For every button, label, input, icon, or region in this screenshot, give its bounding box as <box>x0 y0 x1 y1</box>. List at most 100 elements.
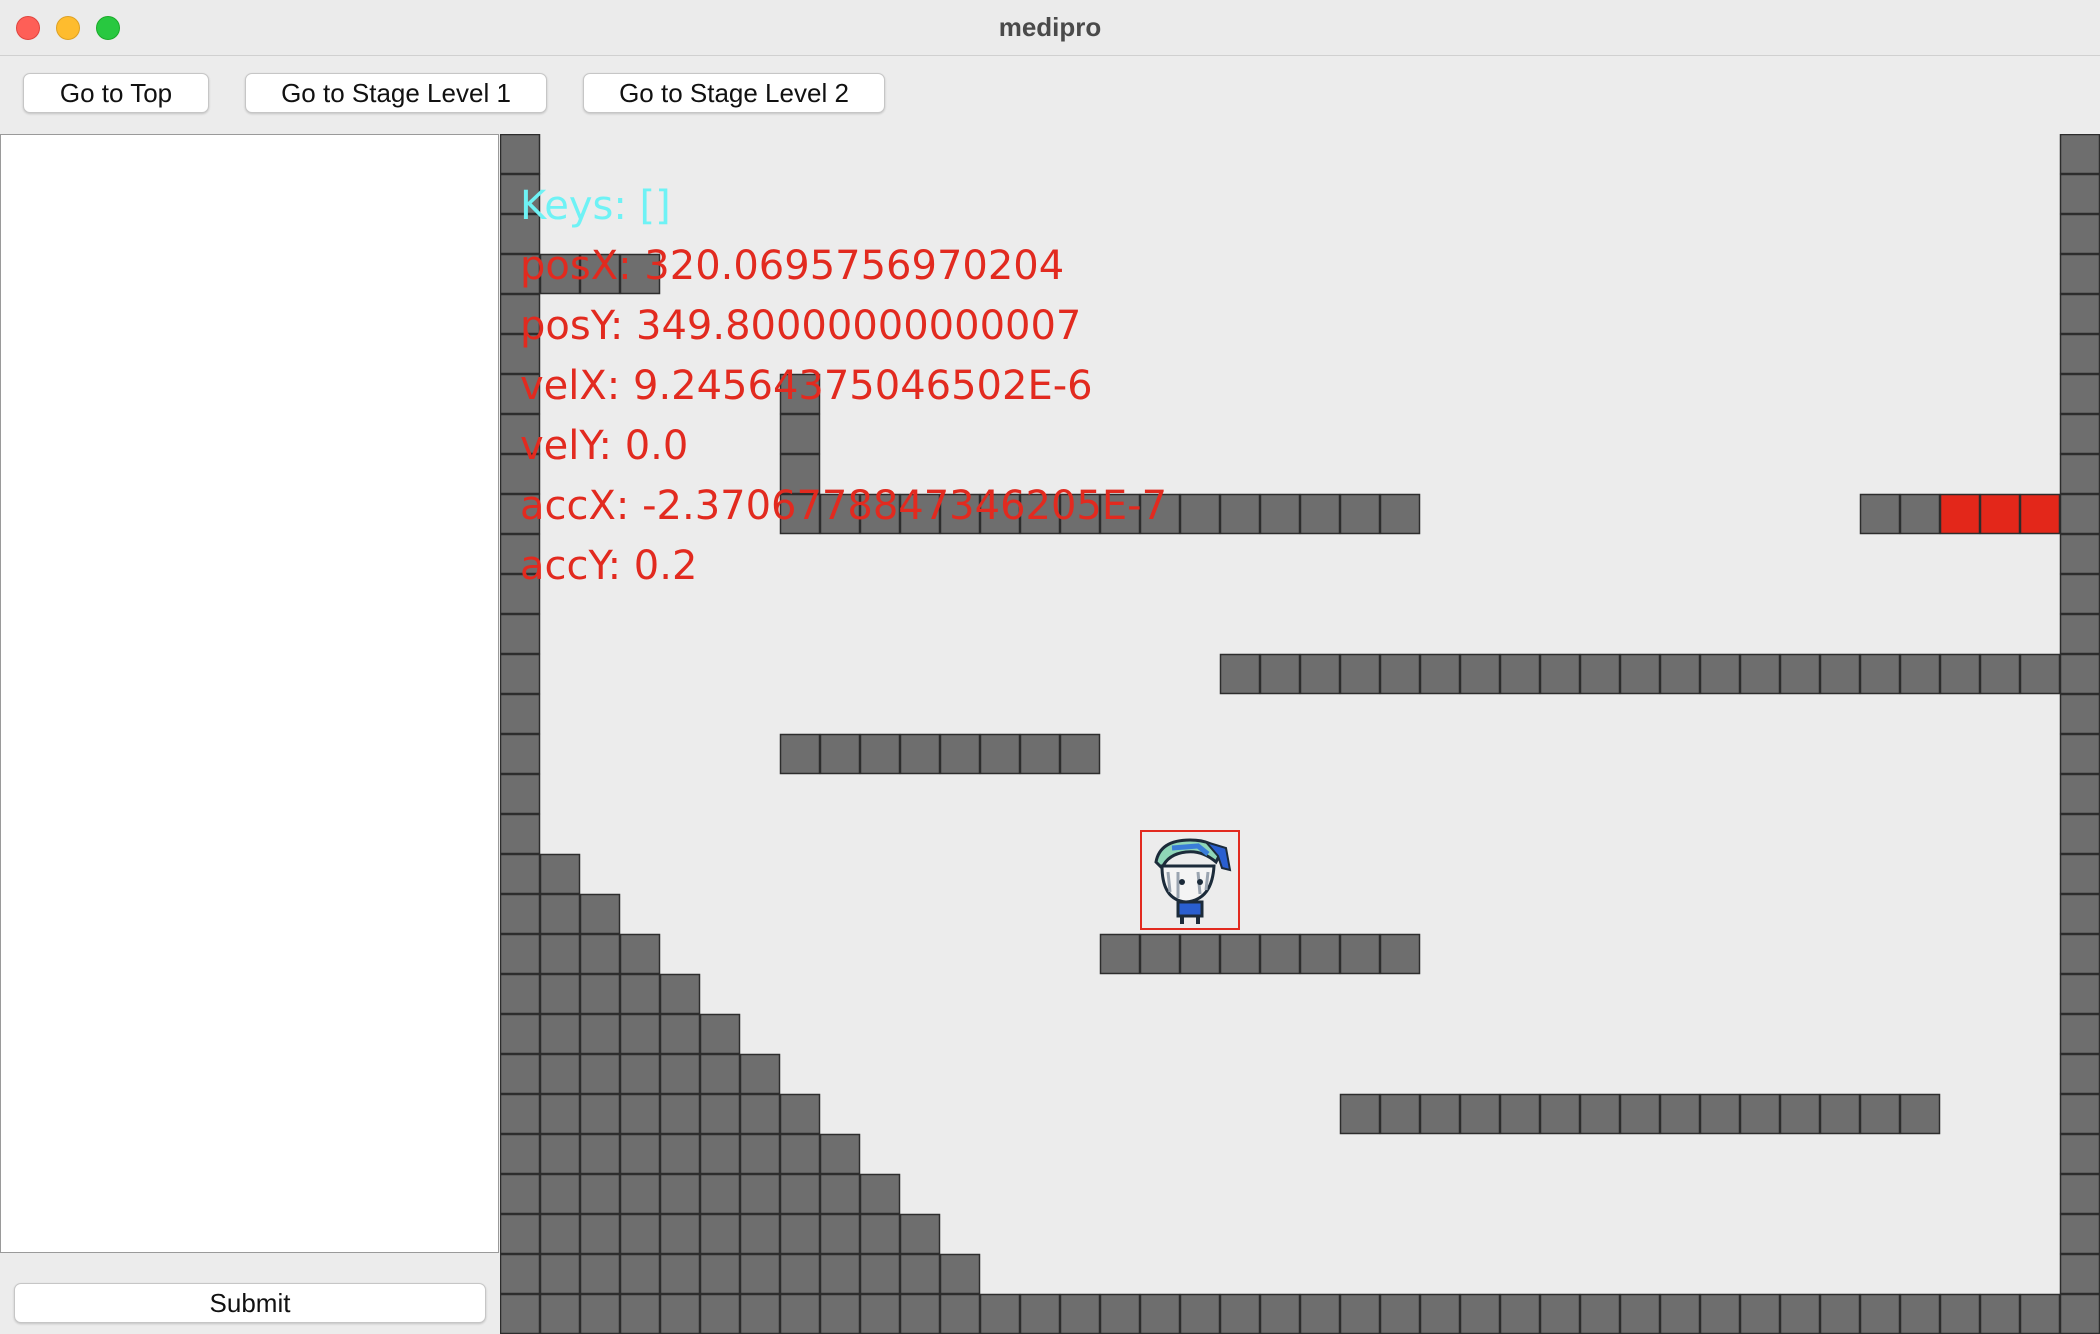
wall-tile <box>500 893 541 935</box>
wall-tile <box>1859 653 1901 695</box>
wall-tile <box>979 733 1021 775</box>
wall-tile <box>1339 653 1381 695</box>
wall-tile <box>779 733 821 775</box>
wall-tile <box>1739 653 1781 695</box>
wall-tile <box>500 1253 541 1295</box>
submit-button[interactable]: Submit <box>14 1283 486 1323</box>
debug-hud: Keys: [] posX: 320.0695756970204 posY: 3… <box>520 176 1167 596</box>
wall-tile <box>659 1133 701 1175</box>
wall-tile <box>1299 653 1341 695</box>
wall-tile <box>1459 653 1501 695</box>
wall-tile <box>500 733 541 775</box>
wall-tile <box>1499 1293 1541 1334</box>
wall-tile <box>539 1253 581 1295</box>
wall-tile <box>619 1213 661 1255</box>
wall-tile <box>1219 493 1261 535</box>
wall-tile <box>619 1013 661 1055</box>
wall-tile <box>739 1133 781 1175</box>
player-character <box>1140 830 1240 930</box>
wall-tile <box>1859 1293 1901 1334</box>
go-to-stage-2-button[interactable]: Go to Stage Level 2 <box>583 73 885 113</box>
game-canvas[interactable]: Keys: [] posX: 320.0695756970204 posY: 3… <box>500 134 2100 1334</box>
wall-tile <box>859 1173 901 1215</box>
wall-tile <box>500 853 541 895</box>
wall-tile <box>500 1133 541 1175</box>
code-text-area[interactable] <box>0 134 499 1253</box>
wall-tile <box>859 733 901 775</box>
wall-tile <box>1459 1093 1501 1135</box>
wall-tile <box>819 1133 861 1175</box>
wall-tile <box>739 1213 781 1255</box>
wall-tile <box>2059 293 2100 335</box>
wall-tile <box>739 1093 781 1135</box>
wall-tile <box>1819 653 1861 695</box>
wall-tile <box>2059 893 2100 935</box>
wall-tile <box>779 1213 821 1255</box>
wall-tile <box>2059 373 2100 415</box>
wall-tile <box>659 1293 701 1334</box>
wall-tile <box>899 733 941 775</box>
wall-tile <box>1739 1293 1781 1334</box>
wall-tile <box>1139 933 1181 975</box>
wall-tile <box>659 1213 701 1255</box>
wall-tile <box>1779 1093 1821 1135</box>
wall-tile <box>500 1053 541 1095</box>
wall-tile <box>779 1133 821 1175</box>
hud-vel-y: velY: 0.0 <box>520 423 689 469</box>
wall-tile <box>899 1213 941 1255</box>
wall-tile <box>1419 1293 1461 1334</box>
hud-pos-x: posX: 320.0695756970204 <box>520 243 1065 289</box>
wall-tile <box>1019 1293 1061 1334</box>
wall-tile <box>1619 653 1661 695</box>
wall-tile <box>539 853 581 895</box>
wall-tile <box>1499 653 1541 695</box>
wall-tile <box>1659 653 1701 695</box>
toolbar: Go to Top Go to Stage Level 1 Go to Stag… <box>0 56 2100 134</box>
goal-tile <box>1939 493 1981 535</box>
wall-tile <box>659 973 701 1015</box>
wall-tile <box>1819 1093 1861 1135</box>
wall-tile <box>1339 1293 1381 1334</box>
wall-tile <box>699 1053 741 1095</box>
wall-tile <box>1619 1093 1661 1135</box>
wall-tile <box>500 1013 541 1055</box>
wall-tile <box>2019 1293 2061 1334</box>
wall-tile <box>1539 1293 1581 1334</box>
wall-tile <box>1979 653 2021 695</box>
wall-tile <box>619 973 661 1015</box>
wall-tile <box>1939 653 1981 695</box>
wall-tile <box>2059 1213 2100 1255</box>
wall-tile <box>619 1253 661 1295</box>
wall-tile <box>1579 1293 1621 1334</box>
wall-tile <box>619 1093 661 1135</box>
go-to-top-button[interactable]: Go to Top <box>23 73 209 113</box>
wall-tile <box>539 973 581 1015</box>
wall-tile <box>539 1053 581 1095</box>
wall-tile <box>500 933 541 975</box>
wall-tile <box>1899 493 1941 535</box>
wall-tile <box>539 1013 581 1055</box>
wall-tile <box>1179 1293 1221 1334</box>
wall-tile <box>2019 653 2061 695</box>
wall-tile <box>699 1293 741 1334</box>
wall-tile <box>699 1173 741 1215</box>
wall-tile <box>2059 213 2100 255</box>
wall-tile <box>619 1173 661 1215</box>
wall-tile <box>1139 1293 1181 1334</box>
wall-tile <box>2059 853 2100 895</box>
wall-tile <box>1419 653 1461 695</box>
wall-tile <box>1699 653 1741 695</box>
wall-tile <box>1859 493 1901 535</box>
wall-tile <box>819 1173 861 1215</box>
wall-tile <box>539 1293 581 1334</box>
wall-tile <box>819 1253 861 1295</box>
wall-tile <box>779 1253 821 1295</box>
wall-tile <box>1339 1093 1381 1135</box>
wall-tile <box>1619 1293 1661 1334</box>
wall-tile <box>579 1173 621 1215</box>
wall-tile <box>1499 1093 1541 1135</box>
wall-tile <box>1179 933 1221 975</box>
wall-tile <box>1699 1293 1741 1334</box>
go-to-stage-1-button[interactable]: Go to Stage Level 1 <box>245 73 547 113</box>
wall-tile <box>619 1293 661 1334</box>
